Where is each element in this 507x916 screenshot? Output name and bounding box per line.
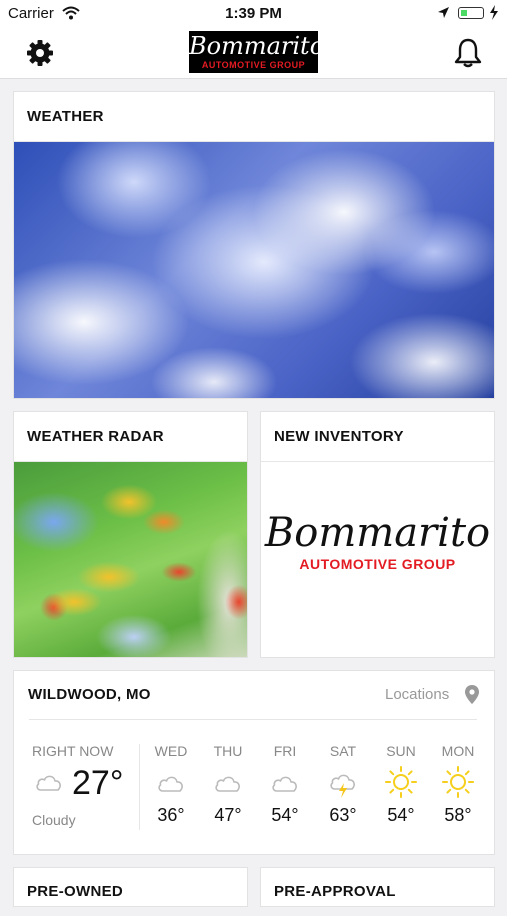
day-temperature: 54° bbox=[387, 805, 415, 825]
pre-owned-title: PRE-OWNED bbox=[27, 883, 124, 900]
cloud-icon bbox=[215, 776, 240, 792]
inventory-logo-wordmark: Bommarito bbox=[264, 510, 491, 556]
forecast-day-thu: THU 47° bbox=[203, 743, 253, 826]
location-arrow-icon bbox=[438, 7, 449, 18]
cloud-icon bbox=[158, 776, 183, 792]
thunderstorm-icon bbox=[330, 774, 355, 798]
pre-owned-card[interactable]: PRE-OWNED bbox=[13, 867, 248, 907]
clock: 1:39 PM bbox=[225, 5, 282, 22]
day-label: SAT bbox=[329, 743, 357, 759]
inventory-logo: Bommarito AUTOMOTIVE GROUP bbox=[261, 462, 494, 657]
charging-bolt-icon bbox=[490, 5, 498, 20]
sun-icon bbox=[442, 766, 474, 798]
forecast-day-fri: FRI 54° bbox=[260, 743, 310, 826]
day-temperature: 47° bbox=[214, 805, 242, 825]
forecast-vertical-divider bbox=[139, 744, 140, 830]
day-label: THU bbox=[213, 743, 243, 759]
day-label: WED bbox=[154, 743, 188, 759]
cloud-icon bbox=[36, 775, 61, 791]
weather-radar-card[interactable]: WEATHER RADAR bbox=[13, 411, 248, 658]
pre-approval-card[interactable]: PRE-APPROVAL bbox=[260, 867, 495, 907]
cloud-icon bbox=[272, 776, 297, 792]
brand-logo: Bommarito AUTOMOTIVE GROUP bbox=[189, 31, 325, 73]
forecast-divider bbox=[29, 719, 477, 720]
day-temperature: 58° bbox=[444, 805, 472, 825]
settings-gear-icon[interactable] bbox=[26, 39, 54, 67]
weather-card[interactable]: WEATHER bbox=[13, 91, 495, 399]
notifications-bell-icon[interactable] bbox=[454, 38, 482, 68]
radar-map-image bbox=[14, 462, 247, 657]
forecast-day-wed: WED 36° bbox=[146, 743, 196, 826]
pre-approval-title: PRE-APPROVAL bbox=[274, 883, 396, 900]
forecast-day-sat: SAT 63° bbox=[318, 743, 368, 826]
battery-icon bbox=[458, 7, 484, 19]
radar-card-title: WEATHER RADAR bbox=[14, 412, 247, 462]
day-label: SUN bbox=[386, 743, 416, 759]
current-temperature: 27° bbox=[72, 764, 124, 802]
weather-sky-image bbox=[14, 142, 494, 398]
day-temperature: 63° bbox=[329, 805, 357, 825]
weather-card-title: WEATHER bbox=[14, 92, 494, 142]
locations-link[interactable]: Locations bbox=[385, 686, 449, 703]
logo-wordmark: Bommarito bbox=[189, 32, 325, 60]
app-header: Bommarito AUTOMOTIVE GROUP bbox=[0, 28, 507, 79]
forecast-card: WILDWOOD, MO Locations RIGHT NOW 27° Clo… bbox=[13, 670, 495, 855]
forecast-location: WILDWOOD, MO bbox=[28, 686, 151, 703]
right-now-label: RIGHT NOW bbox=[32, 743, 114, 759]
logo-subtitle: AUTOMOTIVE GROUP bbox=[201, 60, 306, 70]
day-temperature: 36° bbox=[157, 805, 185, 825]
new-inventory-card[interactable]: NEW INVENTORY Bommarito AUTOMOTIVE GROUP bbox=[260, 411, 495, 658]
day-label: MON bbox=[441, 743, 475, 759]
location-pin-icon[interactable] bbox=[465, 685, 479, 704]
day-temperature: 54° bbox=[271, 805, 299, 825]
day-label: FRI bbox=[273, 743, 297, 759]
forecast-day-mon: MON 58° bbox=[433, 743, 483, 826]
inventory-card-title: NEW INVENTORY bbox=[261, 412, 494, 462]
inventory-logo-subtitle: AUTOMOTIVE GROUP bbox=[299, 556, 456, 572]
sun-icon bbox=[385, 766, 417, 798]
forecast-day-sun: SUN 54° bbox=[376, 743, 426, 826]
status-bar: Carrier 1:39 PM bbox=[0, 0, 507, 28]
current-condition: Cloudy bbox=[32, 812, 76, 828]
